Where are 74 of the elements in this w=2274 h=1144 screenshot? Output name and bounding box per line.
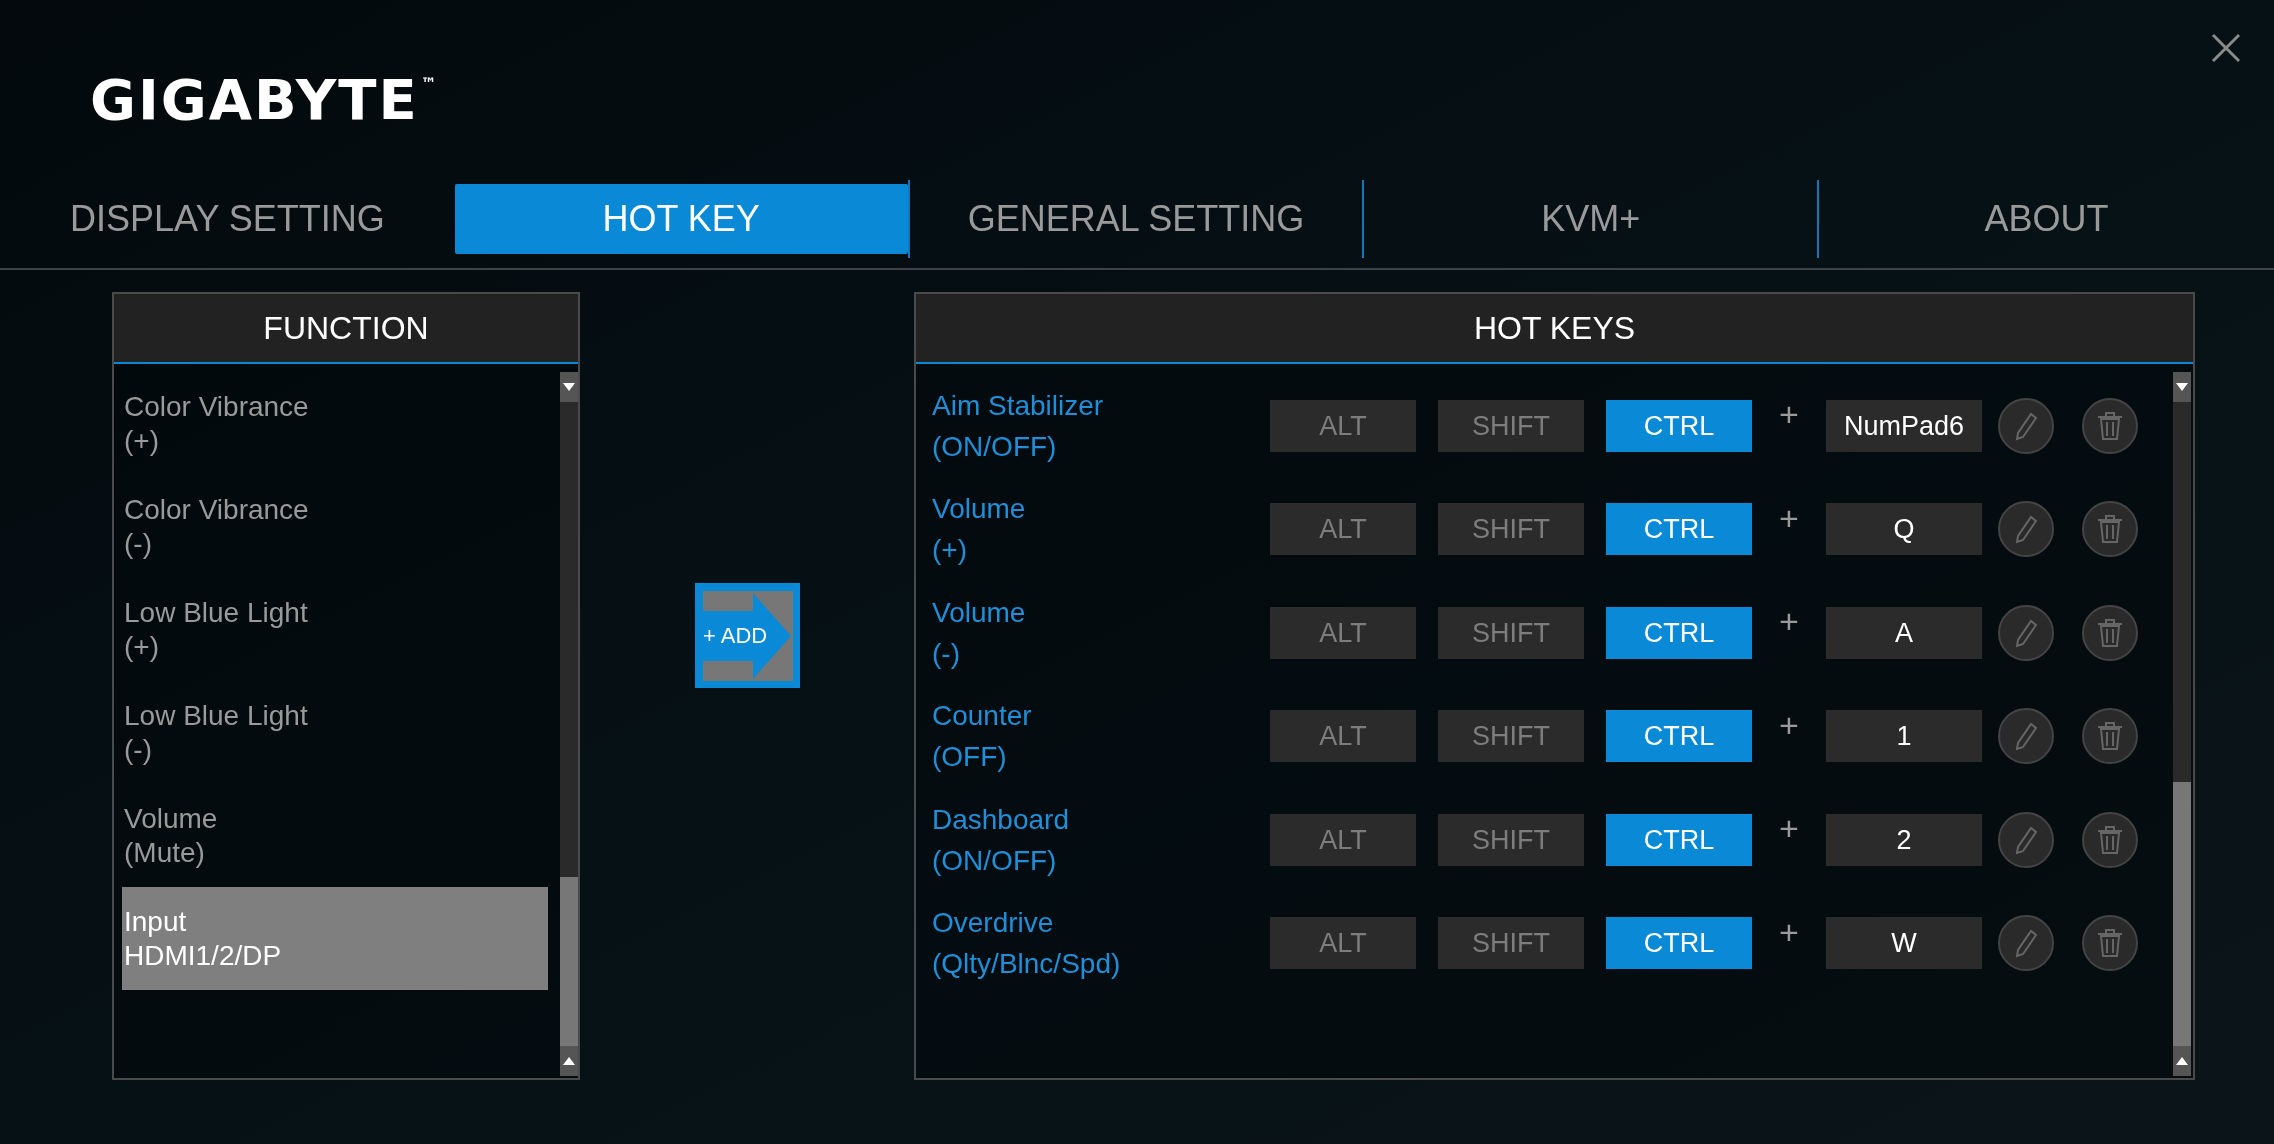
scroll-thumb[interactable] — [2173, 782, 2191, 1046]
pencil-icon — [2013, 721, 2039, 752]
plus-sign: + — [1778, 704, 1800, 746]
delete-button[interactable] — [2082, 915, 2138, 972]
plus-sign: + — [1778, 497, 1800, 539]
plus-sign: + — [1778, 808, 1800, 850]
pencil-icon — [2013, 410, 2039, 441]
modifier-key-button[interactable]: ALT — [1270, 399, 1416, 452]
add-button[interactable]: + ADD — [695, 583, 800, 688]
hotkey-label: Dashboard (ON/OFF) — [932, 802, 1070, 878]
modifier-key-button[interactable]: CTRL — [1606, 503, 1752, 556]
function-item[interactable]: Low Blue Light (-) — [122, 681, 548, 784]
trash-icon — [2096, 824, 2124, 855]
delete-button[interactable] — [2082, 604, 2138, 661]
modifier-key-button[interactable]: CTRL — [1606, 399, 1752, 452]
key-field[interactable]: Q — [1826, 503, 1982, 556]
key-field[interactable]: W — [1826, 917, 1982, 970]
trash-icon — [2096, 928, 2124, 959]
pencil-icon — [2013, 617, 2039, 648]
plus-sign: + — [1778, 601, 1800, 643]
trash-icon — [2096, 617, 2124, 648]
delete-button[interactable] — [2082, 811, 2138, 868]
modifier-key-button[interactable]: SHIFT — [1438, 503, 1584, 556]
modifier-key-button[interactable]: SHIFT — [1438, 606, 1584, 659]
trash-icon — [2096, 721, 2124, 752]
pencil-icon — [2013, 514, 2039, 545]
function-item[interactable]: Color Vibrance (-) — [122, 475, 548, 578]
tab[interactable]: ABOUT — [1819, 184, 2274, 254]
close-icon — [2210, 32, 2242, 64]
plus-sign: + — [1778, 394, 1800, 436]
plus-sign: + — [1778, 911, 1800, 953]
key-field[interactable]: A — [1826, 606, 1982, 659]
trash-icon — [2096, 514, 2124, 545]
tab[interactable]: GENERAL SETTING — [909, 184, 1363, 254]
function-item[interactable]: Color Vibrance (+) — [122, 372, 548, 475]
pencil-icon — [2013, 928, 2039, 959]
modifier-key-button[interactable]: CTRL — [1606, 606, 1752, 659]
modifier-key-button[interactable]: CTRL — [1606, 917, 1752, 970]
hotkey-label: Volume (-) — [932, 595, 1027, 671]
modifier-key-button[interactable]: ALT — [1270, 606, 1416, 659]
tab[interactable]: HOT KEY — [454, 184, 908, 254]
delete-button[interactable] — [2082, 708, 2138, 765]
function-item[interactable]: Volume (Mute) — [122, 784, 548, 887]
delete-button[interactable] — [2082, 397, 2138, 454]
scrollbar[interactable] — [560, 372, 578, 1076]
modifier-key-button[interactable]: SHIFT — [1438, 917, 1584, 970]
scroll-thumb[interactable] — [560, 877, 578, 1046]
modifier-key-button[interactable]: ALT — [1270, 710, 1416, 763]
brand-logo: GIGABYTE™ — [90, 72, 439, 128]
delete-button[interactable] — [2082, 501, 2138, 558]
modifier-key-button[interactable]: SHIFT — [1438, 710, 1584, 763]
modifier-key-button[interactable]: CTRL — [1606, 710, 1752, 763]
panel-title: HOT KEYS — [1473, 309, 1636, 348]
modifier-key-button[interactable]: CTRL — [1606, 813, 1752, 866]
tab[interactable]: KVM+ — [1364, 184, 1818, 254]
key-field[interactable]: 1 — [1826, 710, 1982, 763]
hotkey-label: Overdrive (Qlty/Blnc/Spd) — [932, 906, 1122, 982]
function-item[interactable]: Low Blue Light (+) — [122, 578, 548, 681]
modifier-key-button[interactable]: SHIFT — [1438, 399, 1584, 452]
hotkey-label: Aim Stabilizer (ON/OFF) — [932, 388, 1105, 464]
hotkey-label: Counter (OFF) — [932, 699, 1033, 775]
hotkey-label: Volume (+) — [932, 492, 1027, 568]
trash-icon — [2096, 410, 2124, 441]
pencil-icon — [2013, 824, 2039, 855]
panel-title: FUNCTION — [263, 309, 429, 348]
modifier-key-button[interactable]: SHIFT — [1438, 813, 1584, 866]
modifier-key-button[interactable]: ALT — [1270, 917, 1416, 970]
function-item[interactable]: Input HDMI1/2/DP — [122, 887, 548, 990]
scrollbar[interactable] — [2173, 372, 2191, 1076]
key-field[interactable]: NumPad6 — [1826, 399, 1982, 452]
key-field[interactable]: 2 — [1826, 813, 1982, 866]
modifier-key-button[interactable]: ALT — [1270, 813, 1416, 866]
tab[interactable]: DISPLAY SETTING — [0, 184, 455, 254]
modifier-key-button[interactable]: ALT — [1270, 503, 1416, 556]
